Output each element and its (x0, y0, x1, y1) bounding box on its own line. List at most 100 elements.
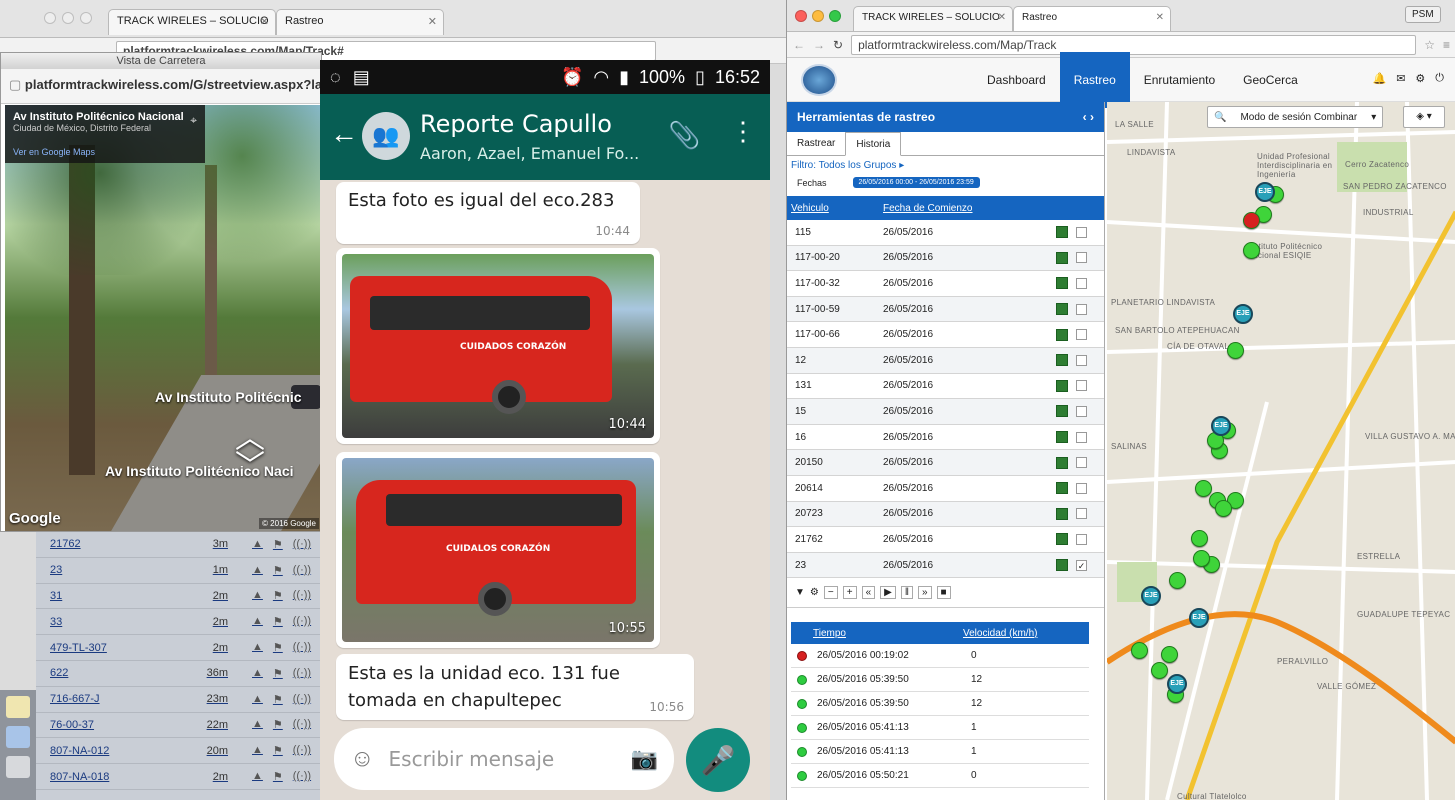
bg-list-row[interactable]: 716-667-J 23m ▲ ⚑ ((·)) (36, 687, 326, 713)
vehicle-checkbox[interactable] (1076, 380, 1087, 392)
minimize-dot[interactable] (812, 10, 824, 22)
close-icon[interactable]: ✕ (260, 15, 269, 28)
subtab-historia[interactable]: Historia (845, 131, 902, 156)
message-bubble[interactable]: Esta es la unidad eco. 131 fue tomada en… (336, 654, 694, 720)
unit-link[interactable]: 807-NA-012 (36, 745, 186, 757)
rewind-button[interactable]: « (861, 586, 876, 600)
star-icon[interactable]: ☆ (1424, 38, 1435, 52)
route-point-marker[interactable] (1193, 550, 1210, 567)
back-icon[interactable]: ← (793, 38, 805, 52)
emoji-icon[interactable]: ☺ (350, 745, 375, 773)
unit-link[interactable]: 31 (36, 590, 186, 602)
excel-icon[interactable] (1056, 328, 1068, 341)
map-search-icon[interactable]: 🔍 (1214, 112, 1226, 123)
vehicle-row[interactable]: 15 26/05/2016 (787, 399, 1104, 425)
nav-rastreo[interactable]: Rastreo (1059, 52, 1130, 108)
mail-icon[interactable]: ✉ (1396, 72, 1405, 85)
power-icon[interactable]: ⏻ (1435, 72, 1444, 85)
bg-list-row[interactable]: 807-NA-012 20m ▲ ⚑ ((·)) (36, 738, 326, 765)
vehicle-checkbox[interactable]: ✓ (1076, 559, 1087, 571)
back-arrow-icon[interactable]: ← (330, 118, 358, 150)
vehicle-row[interactable]: 117-00-32 26/05/2016 (787, 271, 1104, 297)
history-row[interactable]: 26/05/2016 05:39:50 12 (791, 668, 1089, 693)
vehicle-row[interactable]: 117-00-20 26/05/2016 (787, 245, 1104, 272)
subtab-rastrear[interactable]: Rastrear (787, 138, 845, 149)
bg-list-row[interactable]: 23 1m ▲ ⚑ ((·)) (36, 558, 326, 584)
camera-icon[interactable]: 📷 (631, 746, 658, 772)
chat-title[interactable]: Reporte Capullo (420, 110, 612, 138)
flag-icon[interactable]: ⚑ (273, 693, 283, 706)
reload-icon[interactable]: ↻ (833, 38, 843, 52)
vehicle-marker[interactable]: EJE (1211, 416, 1231, 436)
vehicle-checkbox[interactable] (1076, 405, 1087, 417)
minus-button[interactable]: − (823, 586, 838, 600)
excel-icon[interactable] (1056, 482, 1068, 495)
vehicle-checkbox[interactable] (1076, 277, 1087, 289)
flag-icon[interactable]: ⚑ (273, 615, 283, 628)
route-point-marker[interactable] (1227, 342, 1244, 359)
vehicle-marker[interactable]: EJE (1255, 182, 1275, 202)
route-point-marker[interactable] (1191, 530, 1208, 547)
close-icon[interactable]: ✕ (428, 15, 437, 28)
calendar-icon[interactable] (6, 726, 30, 748)
excel-icon[interactable] (1056, 559, 1068, 572)
route-point-marker[interactable] (1151, 662, 1168, 679)
bg-list-row[interactable]: 622 36m ▲ ⚑ ((·)) (36, 661, 326, 687)
bg-list-row[interactable]: 76-00-37 22m ▲ ⚑ ((·)) (36, 713, 326, 739)
close-icon[interactable]: ✕ (1156, 12, 1164, 23)
vehicle-row[interactable]: 117-00-66 26/05/2016 (787, 322, 1104, 348)
chat-members[interactable]: Aaron, Azael, Emanuel Fo... (420, 144, 639, 163)
flag-icon[interactable]: ⚑ (273, 641, 283, 654)
layer-select[interactable]: ◈ ▾ (1403, 106, 1445, 128)
settings-icon[interactable]: ⚙ (810, 587, 819, 598)
route-point-marker[interactable] (1243, 212, 1260, 229)
more-menu-icon[interactable]: ⋮ (730, 116, 756, 147)
vehicle-checkbox[interactable] (1076, 482, 1087, 494)
zoom-dot[interactable] (80, 12, 92, 24)
flag-icon[interactable]: ⚑ (273, 667, 283, 680)
route-point-marker[interactable] (1215, 500, 1232, 517)
panel-arrows-icon[interactable]: ‹ › (1083, 110, 1094, 124)
google-maps-link[interactable]: Ver en Google Maps (13, 147, 197, 157)
session-mode-select[interactable]: 🔍 Modo de sesión Combinar ▾ (1207, 106, 1384, 128)
bg-list-row[interactable]: 807-NA-018 2m ▲ ⚑ ((·)) (36, 764, 326, 790)
vehicle-checkbox[interactable] (1076, 226, 1087, 238)
route-point-marker[interactable] (1169, 572, 1186, 589)
vehicle-row[interactable]: 115 26/05/2016 (787, 220, 1104, 246)
history-row[interactable]: 26/05/2016 05:50:21 0 (791, 764, 1089, 789)
vehicle-marker[interactable]: EJE (1141, 586, 1161, 606)
close-dot[interactable] (44, 12, 56, 24)
vehicle-checkbox[interactable] (1076, 329, 1087, 341)
mic-button[interactable]: 🎤 (686, 728, 750, 792)
excel-icon[interactable] (1056, 354, 1068, 367)
pause-button[interactable]: ‖ (900, 586, 913, 600)
vehicle-marker[interactable]: EJE (1233, 304, 1253, 324)
photo-message[interactable]: CUIDADOS CORAZÓN 10:44 (336, 248, 660, 444)
vehicle-row[interactable]: 20723 26/05/2016 (787, 501, 1104, 528)
play-button[interactable]: ▶ (880, 586, 896, 600)
vehicle-checkbox[interactable] (1076, 533, 1087, 545)
route-point-marker[interactable] (1131, 642, 1148, 659)
route-point-marker[interactable] (1195, 480, 1212, 497)
forward-icon[interactable]: → (813, 38, 825, 52)
vehicle-row[interactable]: 12 26/05/2016 (787, 347, 1104, 374)
history-row[interactable]: 26/05/2016 05:39:50 12 (791, 692, 1089, 717)
vehicle-marker[interactable]: EJE (1189, 608, 1209, 628)
flag-icon[interactable]: ⚑ (273, 564, 283, 577)
profile-button[interactable]: PSM (1405, 6, 1441, 23)
unit-link[interactable]: 716-667-J (36, 693, 186, 705)
excel-icon[interactable] (1056, 379, 1068, 392)
vehicle-row[interactable]: 20150 26/05/2016 (787, 450, 1104, 476)
tab-track[interactable]: TRACK WIRELES – SOLUCIO ✕ (853, 6, 1013, 31)
bg-list-row[interactable]: 479-TL-307 2m ▲ ⚑ ((·)) (36, 635, 326, 661)
unit-link[interactable]: 33 (36, 616, 186, 628)
vehicle-checkbox[interactable] (1076, 252, 1087, 264)
navigate-back-arrow[interactable]: ﹀ (235, 441, 265, 485)
photo-message[interactable]: CUIDALOS CORAZÓN 10:55 (336, 452, 660, 648)
mail-icon[interactable] (6, 696, 30, 718)
tab-rastreo[interactable]: Rastreo ✕ (1013, 6, 1171, 31)
unit-link[interactable]: 21762 (36, 538, 186, 550)
message-input[interactable]: ☺ Escribir mensaje 📷 (334, 728, 674, 790)
unit-link[interactable]: 76-00-37 (36, 719, 186, 731)
vehicle-checkbox[interactable] (1076, 354, 1087, 366)
